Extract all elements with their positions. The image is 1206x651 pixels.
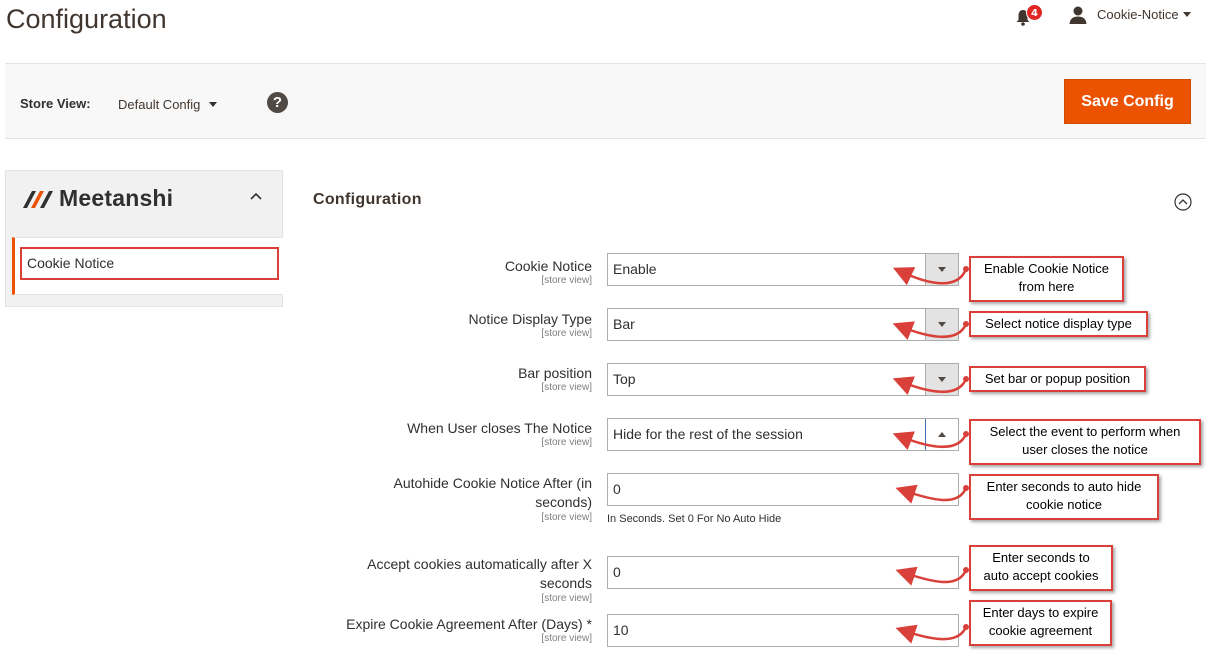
notice-display-type-select[interactable]: Bar: [607, 308, 959, 341]
select-toggle[interactable]: [925, 254, 958, 285]
callout-line: user closes the notice: [1022, 442, 1148, 457]
callout-line: auto accept cookies: [983, 568, 1099, 583]
autohide-seconds-input[interactable]: 0: [607, 473, 959, 506]
select-value: Top: [613, 371, 636, 387]
auto-accept-label-line1: Accept cookies automatically after X: [367, 556, 592, 572]
scope-label: [store view]: [541, 437, 592, 448]
callout-line: Enter seconds to auto hide: [986, 479, 1142, 494]
chevron-down-icon[interactable]: [209, 102, 217, 107]
callout-cookie-notice: Enable Cookie Notice from here: [969, 256, 1124, 302]
callout-expire-agreement: Enter days to expire cookie agreement: [969, 600, 1112, 646]
chevron-down-icon[interactable]: [1183, 12, 1191, 17]
callout-display-type: Select notice display type: [969, 311, 1148, 337]
meetanshi-logo-icon: [23, 191, 53, 208]
chevron-down-icon: [938, 322, 946, 327]
chevron-down-icon: [938, 377, 946, 382]
select-toggle[interactable]: [925, 309, 958, 340]
bar-position-select[interactable]: Top: [607, 363, 959, 396]
autohide-label-line1: Autohide Cookie Notice After (in: [393, 475, 592, 491]
sidebar-brand-title[interactable]: Meetanshi: [59, 185, 173, 212]
callout-line: from here: [1018, 279, 1075, 294]
scope-label: [store view]: [541, 593, 592, 604]
callout-line: Select notice display type: [985, 316, 1132, 331]
auto-accept-label-line2: seconds: [539, 575, 592, 591]
chevron-up-icon[interactable]: [249, 191, 263, 201]
user-closes-notice-label: When User closes The Notice: [407, 420, 592, 436]
section-title[interactable]: Configuration: [313, 191, 422, 209]
sidebar-item-cookie-notice[interactable]: Cookie Notice: [20, 247, 279, 280]
chevron-down-icon: [938, 267, 946, 272]
callout-line: cookie notice: [1026, 497, 1102, 512]
select-toggle[interactable]: [925, 364, 958, 395]
callout-auto-accept: Enter seconds to auto accept cookies: [969, 545, 1113, 591]
expire-agreement-days-input[interactable]: 10: [607, 614, 959, 647]
autohide-note: In Seconds. Set 0 For No Auto Hide: [607, 513, 782, 525]
callout-line: Select the event to perform when: [989, 424, 1181, 439]
callout-line: Enable Cookie Notice: [983, 261, 1110, 276]
scope-label: [store view]: [541, 275, 592, 286]
select-value: Enable: [613, 261, 657, 277]
select-toggle[interactable]: [925, 419, 958, 450]
user-menu[interactable]: Cookie-Notice: [1097, 7, 1179, 22]
page-title: Configuration: [6, 4, 167, 34]
help-icon[interactable]: ?: [267, 92, 288, 113]
autohide-label-line2: seconds): [535, 494, 592, 510]
cookie-notice-select[interactable]: Enable: [607, 253, 959, 286]
scope-label: [store view]: [541, 382, 592, 393]
notification-count-badge: 4: [1026, 4, 1043, 21]
expire-agreement-label: Expire Cookie Agreement After (Days) *: [346, 616, 592, 632]
select-value: Bar: [613, 316, 635, 332]
user-closes-notice-select[interactable]: Hide for the rest of the session: [607, 418, 959, 451]
scope-label: [store view]: [541, 328, 592, 339]
user-icon[interactable]: [1068, 5, 1088, 25]
save-config-button[interactable]: Save Config: [1064, 79, 1191, 124]
callout-line: Set bar or popup position: [984, 371, 1131, 386]
store-view-label: Store View:: [20, 96, 91, 111]
bar-position-label: Bar position: [518, 365, 592, 381]
callout-bar-position: Set bar or popup position: [969, 366, 1146, 392]
chevron-up-icon: [938, 432, 946, 437]
cookie-notice-label: Cookie Notice: [504, 258, 592, 274]
callout-line: Enter seconds to: [992, 550, 1090, 565]
callout-line: cookie agreement: [988, 623, 1093, 638]
auto-accept-seconds-input[interactable]: 0: [607, 556, 959, 589]
select-value: Hide for the rest of the session: [613, 426, 803, 442]
collapse-circle-icon[interactable]: [1174, 193, 1192, 211]
scope-label: [store view]: [541, 633, 592, 644]
callout-line: Enter days to expire: [982, 605, 1099, 620]
callout-autohide: Enter seconds to auto hide cookie notice: [969, 474, 1159, 520]
scope-label: [store view]: [541, 512, 592, 523]
callout-user-closes: Select the event to perform when user cl…: [969, 419, 1201, 465]
notice-display-type-label: Notice Display Type: [468, 311, 592, 327]
store-view-dropdown[interactable]: Default Config: [118, 97, 200, 112]
